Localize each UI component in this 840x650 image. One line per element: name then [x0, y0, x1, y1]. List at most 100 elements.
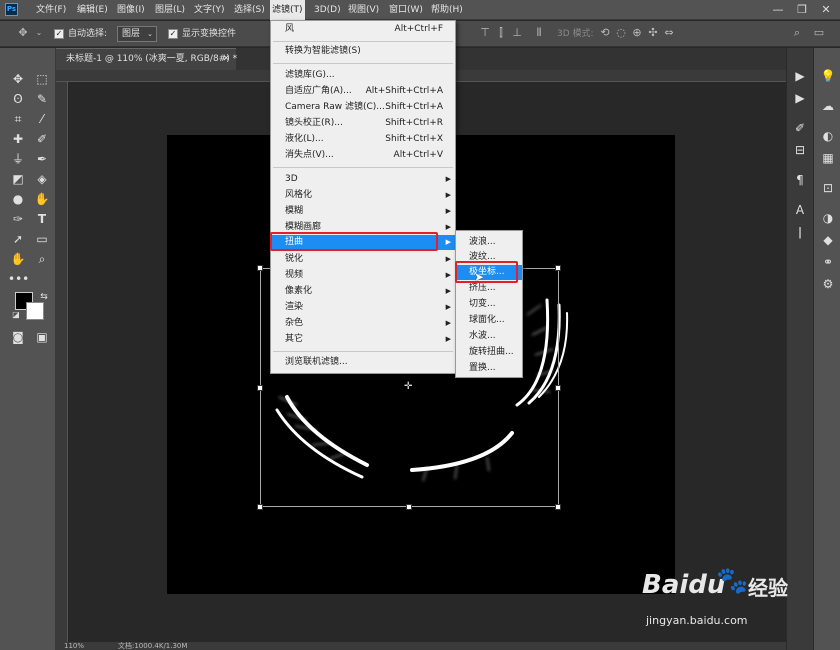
3d-rotate-icon[interactable]: ⟲: [598, 26, 612, 40]
filter-menu-item[interactable]: 渲染 ▶: [271, 300, 455, 315]
search-icon[interactable]: ⌕: [790, 26, 804, 40]
move-tool-icon[interactable]: ✥: [16, 26, 30, 40]
character-icon[interactable]: A: [790, 200, 810, 220]
align-top-icon[interactable]: ⊤: [478, 26, 492, 40]
brush-tool-icon[interactable]: ✐: [32, 130, 52, 148]
dodge-tool-icon[interactable]: ✋: [32, 190, 52, 208]
properties-icon[interactable]: ⊡: [818, 178, 838, 198]
menu-window[interactable]: 窗口(W): [389, 0, 423, 20]
filter-menu-item[interactable]: 模糊 ▶: [271, 204, 455, 219]
close-window-button[interactable]: ✕: [816, 0, 836, 20]
distribute-icon[interactable]: ⫴: [532, 26, 546, 40]
play-icon[interactable]: ▶: [790, 88, 810, 108]
filter-menu-item[interactable]: 锐化 ▶: [271, 252, 455, 267]
transform-handle[interactable]: [555, 385, 561, 391]
3d-scale-icon[interactable]: ⇔: [662, 26, 676, 40]
move-tool-icon[interactable]: ✥: [8, 70, 28, 88]
3d-slide-icon[interactable]: ✣: [646, 26, 660, 40]
show-transform-checkbox[interactable]: ✓: [168, 29, 178, 39]
maximize-button[interactable]: ❐: [792, 0, 812, 20]
auto-select-dropdown[interactable]: 图层 ⌄: [117, 26, 157, 42]
type-tool-icon[interactable]: T: [32, 210, 52, 228]
menu-type[interactable]: 文字(Y): [194, 0, 225, 20]
blur-tool-icon[interactable]: ●: [8, 190, 28, 208]
filter-menu-item[interactable]: 视频 ▶: [271, 268, 455, 283]
paragraph-icon[interactable]: ¶: [790, 170, 810, 190]
submenu-item[interactable]: 置换...: [456, 361, 522, 376]
color-icon[interactable]: ◐: [818, 126, 838, 146]
3d-roll-icon[interactable]: ◌: [614, 26, 628, 40]
paint-bucket-tool-icon[interactable]: ◈: [32, 170, 52, 188]
filter-menu-item[interactable]: 杂色 ▶: [271, 316, 455, 331]
menu-image[interactable]: 图像(I): [117, 0, 145, 20]
default-colors-icon[interactable]: ◪: [6, 306, 26, 324]
libraries-icon[interactable]: ☁: [818, 96, 838, 116]
filter-menu-item[interactable]: 镜头校正(R)... Shift+Ctrl+R: [271, 116, 455, 131]
auto-select-checkbox[interactable]: ✓: [54, 29, 64, 39]
filter-menu-item[interactable]: 风 Alt+Ctrl+F: [271, 22, 455, 37]
stamp-tool-icon[interactable]: ⏚: [8, 150, 28, 168]
menu-select[interactable]: 选择(S): [234, 0, 265, 20]
submenu-item[interactable]: 水波...: [456, 329, 522, 344]
swatches-icon[interactable]: ▦: [818, 148, 838, 168]
filter-menu-item[interactable]: 浏览联机滤镜...: [271, 355, 455, 370]
learn-icon[interactable]: 💡: [818, 66, 838, 86]
menu-3d[interactable]: 3D(D): [314, 0, 341, 20]
path-select-tool-icon[interactable]: ➚: [8, 230, 28, 248]
paths-icon[interactable]: ⚙: [818, 274, 838, 294]
glyphs-icon[interactable]: ǀ: [790, 222, 810, 242]
menu-layer[interactable]: 图层(L): [155, 0, 185, 20]
rectangle-tool-icon[interactable]: ▭: [32, 230, 52, 248]
filter-menu-item[interactable]: 风格化 ▶: [271, 188, 455, 203]
chevron-down-icon[interactable]: ⌄: [32, 26, 46, 40]
align-bottom-icon[interactable]: ⊥: [510, 26, 524, 40]
transform-handle[interactable]: [555, 504, 561, 510]
document-tab[interactable]: 未标题-1 @ 110% (冰爽一夏, RGB/8#) * ✕: [56, 48, 237, 70]
transform-handle[interactable]: [406, 504, 412, 510]
quick-select-tool-icon[interactable]: ✎: [32, 90, 52, 108]
close-tab-icon[interactable]: ✕: [222, 49, 230, 69]
eraser-tool-icon[interactable]: ◩: [8, 170, 28, 188]
filter-menu-item[interactable]: 转换为智能滤镜(S): [271, 44, 455, 59]
history-icon[interactable]: ▶: [790, 66, 810, 86]
filter-menu-item[interactable]: 3D ▶: [271, 172, 455, 187]
filter-menu-item[interactable]: 自适应广角(A)... Alt+Shift+Ctrl+A: [271, 84, 455, 99]
background-color-swatch[interactable]: [26, 302, 44, 320]
filter-menu-item[interactable]: Camera Raw 滤镜(C)... Shift+Ctrl+A: [271, 100, 455, 115]
filter-menu-item[interactable]: 像素化 ▶: [271, 284, 455, 299]
healing-tool-icon[interactable]: ✚: [8, 130, 28, 148]
marquee-tool-icon[interactable]: ⬚: [32, 70, 52, 88]
submenu-item[interactable]: 挤压...: [456, 281, 522, 296]
adjust-icon[interactable]: ◑: [818, 208, 838, 228]
layers-icon[interactable]: ◆: [818, 230, 838, 250]
submenu-item[interactable]: 波浪...: [456, 235, 522, 250]
crop-tool-icon[interactable]: ⌗: [8, 110, 28, 128]
menu-file[interactable]: 文件(F): [36, 0, 66, 20]
more-tools-icon[interactable]: •••: [8, 270, 29, 288]
filter-menu-item[interactable]: 消失点(V)... Alt+Ctrl+V: [271, 148, 455, 163]
filter-menu-item[interactable]: 液化(L)... Shift+Ctrl+X: [271, 132, 455, 147]
menu-filter[interactable]: 滤镜(T): [270, 0, 305, 20]
workspace-icon[interactable]: ▭: [812, 26, 826, 40]
pen-tool-icon[interactable]: ✑: [8, 210, 28, 228]
transform-handle[interactable]: [257, 265, 263, 271]
filter-menu-item[interactable]: 其它 ▶: [271, 332, 455, 347]
submenu-item[interactable]: 旋转扭曲...: [456, 345, 522, 360]
transform-handle[interactable]: [257, 504, 263, 510]
submenu-item[interactable]: 切变...: [456, 297, 522, 312]
zoom-tool-icon[interactable]: ⌕: [32, 250, 52, 268]
quick-mask-icon[interactable]: ◙: [8, 328, 28, 346]
channels-icon[interactable]: ⚭: [818, 252, 838, 272]
transform-handle[interactable]: [555, 265, 561, 271]
history-brush-tool-icon[interactable]: ✒: [32, 150, 52, 168]
lasso-tool-icon[interactable]: ʘ: [8, 90, 28, 108]
menu-edit[interactable]: 编辑(E): [77, 0, 108, 20]
adjustments-icon[interactable]: ⊟: [790, 140, 810, 160]
3d-drag-icon[interactable]: ⊕: [630, 26, 644, 40]
filter-menu-item[interactable]: 滤镜库(G)...: [271, 68, 455, 83]
hand-tool-icon[interactable]: ✋: [8, 250, 28, 268]
brush-settings-icon[interactable]: ✐: [790, 118, 810, 138]
transform-handle[interactable]: [257, 385, 263, 391]
menu-view[interactable]: 视图(V): [348, 0, 379, 20]
submenu-item[interactable]: 球面化...: [456, 313, 522, 328]
